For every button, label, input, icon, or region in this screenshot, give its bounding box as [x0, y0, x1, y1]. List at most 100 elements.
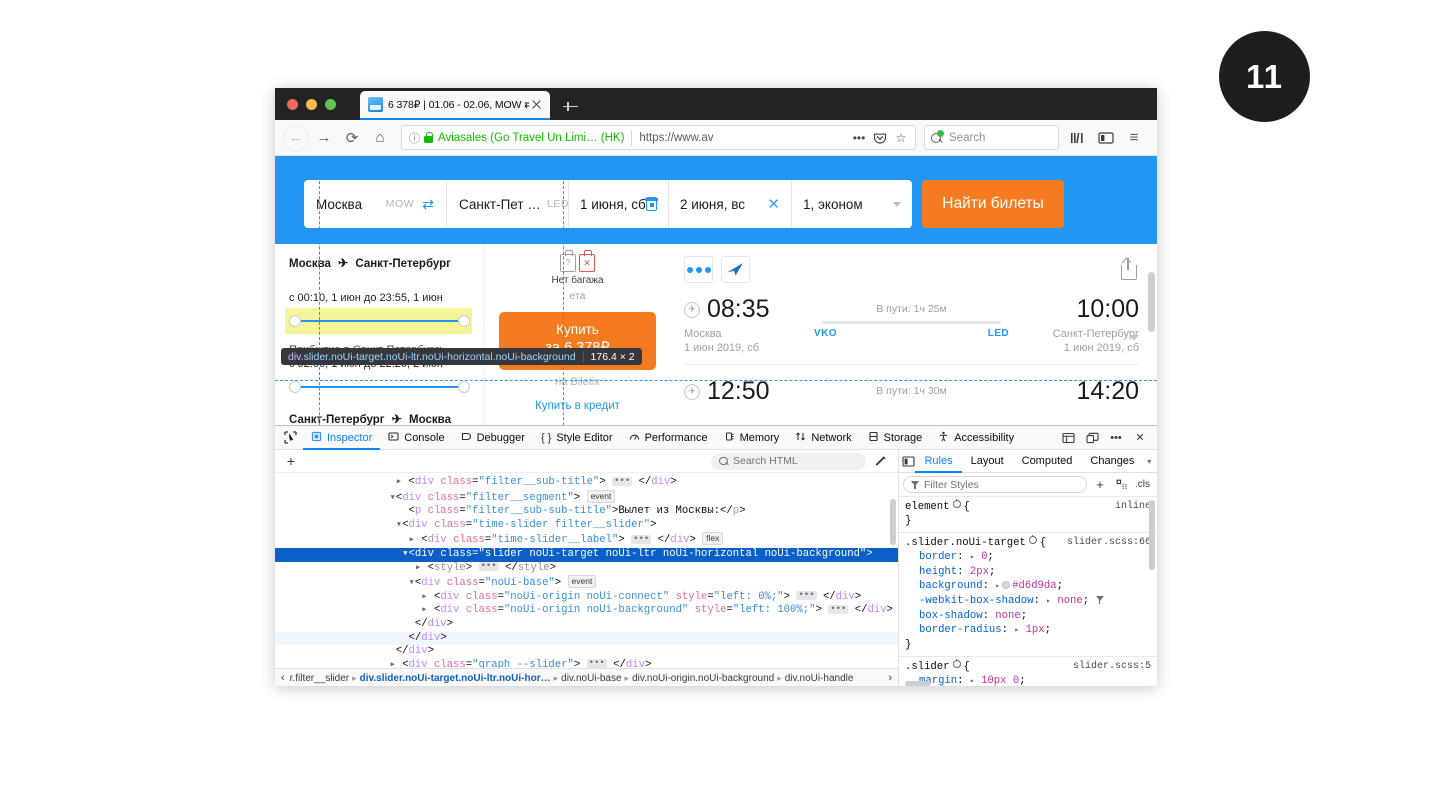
pseudo-class-icon[interactable]: [952, 498, 961, 508]
css-value[interactable]: none: [1057, 595, 1082, 607]
tab-network[interactable]: Network: [787, 426, 859, 450]
dock-panel-icon[interactable]: [1081, 428, 1103, 448]
slider-handle-left[interactable]: [289, 381, 301, 393]
css-selector[interactable]: .slider: [905, 660, 950, 674]
breadcrumb-right-arrow[interactable]: ›: [886, 672, 894, 684]
search-tickets-button[interactable]: Найти билеты: [922, 180, 1064, 228]
site-info-icon[interactable]: ⓘ: [409, 130, 420, 146]
return-date-field[interactable]: 2 июня, вс ✕: [668, 180, 791, 228]
add-node-button[interactable]: +: [281, 452, 301, 470]
css-property[interactable]: border-radius: [919, 624, 1002, 636]
css-declaration[interactable]: margin: ▸ 10px 0;: [905, 674, 1151, 686]
search-html-input[interactable]: Search HTML: [711, 452, 866, 470]
origin-field[interactable]: Москва MOW ⇄: [304, 180, 446, 228]
rules-scrollbar[interactable]: [1149, 500, 1155, 570]
flight-row[interactable]: ✈ 08:35 Москва 1 июн 2019, сб В пути: 1ч…: [684, 283, 1139, 364]
reload-button[interactable]: ⟳: [339, 125, 365, 151]
add-new-rule-button[interactable]: +: [1091, 476, 1109, 494]
css-selector[interactable]: .slider.noUi-target: [905, 536, 1026, 550]
breadcrumb-item[interactable]: r.filter__slider: [290, 673, 349, 684]
library-icon[interactable]: [1065, 125, 1091, 151]
minimize-window-button[interactable]: [306, 99, 317, 110]
css-declaration[interactable]: border-radius: ▸ 1px;: [905, 623, 1151, 638]
css-source[interactable]: slider.scss:5: [1073, 660, 1151, 674]
swap-arrows-icon[interactable]: ⇄: [422, 197, 434, 211]
css-source[interactable]: inline: [1115, 500, 1151, 514]
tab-accessibility[interactable]: Accessibility: [930, 426, 1022, 450]
css-property[interactable]: background: [919, 580, 983, 592]
breadcrumb-item-selected[interactable]: div.slider.noUi-target.noUi-ltr.noUi-hor…: [360, 673, 551, 684]
tab-memory[interactable]: Memory: [716, 426, 788, 450]
dom-tree[interactable]: ▸ <div class="filter__sub-title"> ••• </…: [275, 473, 898, 668]
css-rule[interactable]: .slider.noUi-target { slider.scss:66 bor…: [899, 533, 1157, 657]
toggle-classes-button[interactable]: .cls: [1135, 479, 1153, 490]
breadcrumb-item[interactable]: div.noUi-handle: [785, 673, 854, 684]
rules-tab-rules[interactable]: Rules: [915, 450, 961, 473]
css-declaration[interactable]: box-shadow: none;: [905, 609, 1151, 623]
dom-line[interactable]: </div>: [275, 618, 898, 632]
breadcrumb-item[interactable]: div.noUi-origin.noUi-background: [632, 673, 774, 684]
dom-line[interactable]: ▸ <style> ••• </style>: [275, 562, 898, 576]
css-value[interactable]: 10px 0: [981, 675, 1019, 686]
url-bar[interactable]: ⓘ Aviasales (Go Travel Un Limi… (HK) htt…: [401, 125, 916, 150]
clear-return-date-icon[interactable]: ✕: [767, 195, 780, 213]
maximize-window-button[interactable]: [325, 99, 336, 110]
page-scrollbar[interactable]: [1148, 272, 1155, 332]
eyedropper-icon[interactable]: [870, 452, 892, 470]
dom-line[interactable]: ▸ <div class="filter__sub-title"> ••• </…: [275, 476, 898, 490]
dom-line[interactable]: ▾<div class="filter__segment"> event: [275, 489, 898, 506]
arrival-time-slider[interactable]: [289, 378, 470, 396]
pseudo-class-icon[interactable]: [1028, 534, 1037, 544]
dom-line[interactable]: </div>: [275, 645, 898, 659]
css-declaration[interactable]: height: 2px;: [905, 565, 1151, 579]
devtools-more-icon[interactable]: •••: [1105, 428, 1127, 448]
address-text[interactable]: https://www.av: [639, 132, 848, 144]
pseudo-class-icon[interactable]: [952, 658, 961, 668]
flight-row[interactable]: ✈ 12:50 В пути: 1ч 30м 14:20: [684, 364, 1139, 414]
element-picker-icon[interactable]: [279, 428, 301, 448]
buy-on-credit-link[interactable]: Купить в кредит: [491, 400, 664, 412]
css-rule[interactable]: .slider { slider.scss:5 margin: ▸ 10px 0…: [899, 657, 1157, 686]
css-value[interactable]: 2px: [970, 566, 989, 578]
tab-style-editor[interactable]: { } Style Editor: [533, 426, 621, 450]
chevron-down-icon[interactable]: [893, 201, 901, 207]
color-swatch[interactable]: [1002, 581, 1011, 589]
toggle-panel-icon[interactable]: [901, 452, 915, 470]
share-icon[interactable]: [1119, 257, 1139, 280]
css-rules-list[interactable]: element { inline } .slider.noUi-target {: [899, 497, 1157, 686]
css-property[interactable]: height: [919, 566, 957, 578]
passengers-field[interactable]: 1, эконом: [791, 180, 912, 228]
dom-line[interactable]: </div>: [275, 631, 898, 646]
hamburger-menu-icon[interactable]: ≡: [1121, 125, 1147, 151]
pocket-icon[interactable]: [870, 128, 890, 148]
tab-inspector[interactable]: Inspector: [303, 426, 380, 450]
slider-handle-right[interactable]: [458, 381, 470, 393]
css-declaration[interactable]: border: ▸ 0;: [905, 550, 1151, 565]
close-tab-icon[interactable]: [529, 97, 544, 112]
tab-debugger[interactable]: Debugger: [453, 426, 533, 450]
airline-logo-button[interactable]: [721, 256, 750, 283]
css-value[interactable]: none: [995, 610, 1020, 622]
destination-field[interactable]: Санкт-Пет … LED: [446, 180, 568, 228]
dom-line[interactable]: ▸ <div class="graph --slider"> ••• </div…: [275, 659, 898, 668]
css-property[interactable]: box-shadow: [919, 610, 983, 622]
filter-icon[interactable]: [1095, 596, 1104, 604]
window-controls[interactable]: [287, 99, 336, 110]
tab-performance[interactable]: Performance: [621, 426, 716, 450]
dom-tree-scrollbar[interactable]: [890, 499, 896, 545]
back-button[interactable]: ←: [283, 124, 309, 151]
browser-tab[interactable]: 6 378₽ | 01.06 - 02.06, MOW ⇄: [360, 91, 550, 120]
calendar-icon[interactable]: [645, 197, 658, 211]
close-window-button[interactable]: [287, 99, 298, 110]
breadcrumb-item[interactable]: div.noUi-base: [561, 673, 621, 684]
new-tab-button[interactable]: [560, 96, 580, 116]
depart-date-field[interactable]: 1 июня, сб: [568, 180, 668, 228]
css-property[interactable]: border: [919, 551, 957, 563]
sidebar-icon[interactable]: [1093, 125, 1119, 151]
css-declaration[interactable]: background: ▸ #d6d9da;: [905, 579, 1151, 594]
rules-tab-changes[interactable]: Changes: [1081, 450, 1143, 473]
print-media-icon[interactable]: [1113, 476, 1131, 494]
tab-storage[interactable]: Storage: [860, 426, 931, 450]
forward-button[interactable]: →: [311, 125, 337, 151]
css-source[interactable]: slider.scss:66: [1067, 536, 1151, 550]
